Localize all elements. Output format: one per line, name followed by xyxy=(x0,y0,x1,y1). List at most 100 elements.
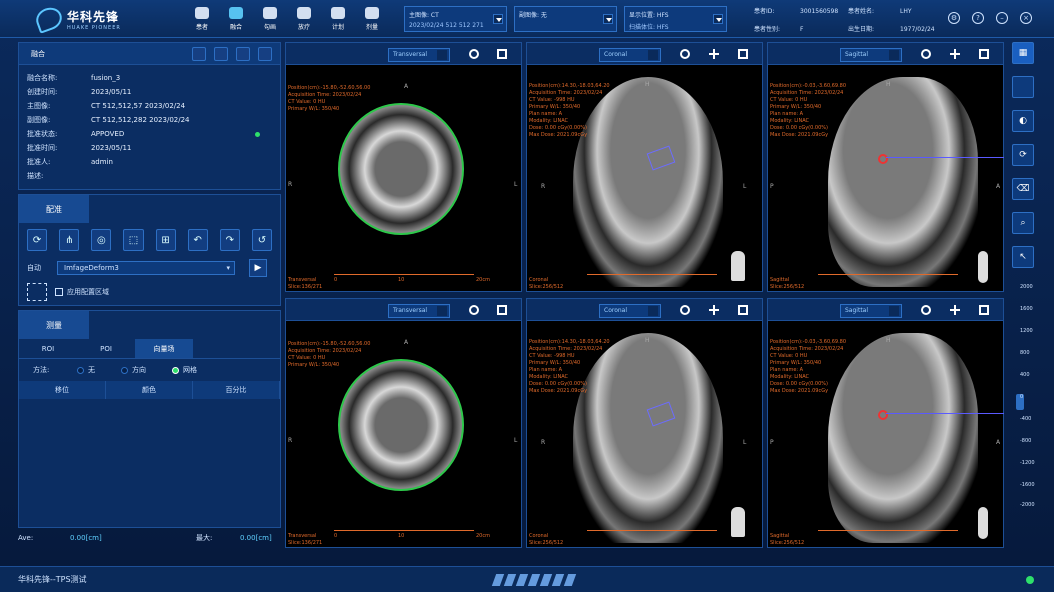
help-icon[interactable]: ? xyxy=(972,12,984,24)
dose-icon xyxy=(365,7,379,19)
pointer-icon[interactable]: ↖ xyxy=(1012,246,1034,268)
window-level-ruler[interactable]: 2000 1600 1200 800 400 0 -400 -800 -1200… xyxy=(1016,284,1040,510)
view-select[interactable]: Sagittal xyxy=(840,48,902,62)
fusion-row: 融合名称: fusion_3 xyxy=(27,74,121,82)
fullscreen-icon[interactable] xyxy=(497,49,507,59)
user-icon[interactable] xyxy=(214,47,228,61)
region-icon[interactable] xyxy=(27,283,47,301)
tab-roi[interactable]: ROI xyxy=(19,339,77,358)
fullscreen-icon[interactable] xyxy=(497,305,507,315)
viewer-transversal-bottom[interactable]: Transversal Position(cm):-15.80,-52.60,5… xyxy=(285,298,522,548)
fullscreen-icon[interactable] xyxy=(738,305,748,315)
radio-grid[interactable]: 网格 xyxy=(172,365,197,375)
play-button[interactable]: ▶ xyxy=(249,259,267,277)
fusion-row: 创建时间: 2023/05/11 xyxy=(27,88,132,96)
auto-label: 自动 xyxy=(27,264,41,272)
view-select[interactable]: Sagittal xyxy=(840,304,902,318)
radio-none[interactable]: 无 xyxy=(77,365,95,375)
measure-summary: Ave: 0.00[cm] 最大: 0.00[cm] xyxy=(18,534,272,542)
view-select[interactable]: Transversal xyxy=(388,48,450,62)
registration-tab[interactable]: 配准 xyxy=(19,195,89,223)
ct-sagittal-image xyxy=(828,333,978,543)
crosshair-icon[interactable] xyxy=(950,305,960,315)
fullscreen-icon[interactable] xyxy=(738,49,748,59)
folder-icon[interactable] xyxy=(236,47,250,61)
fusion-icon xyxy=(229,7,243,19)
viewer-sagittal-bottom[interactable]: Sagittal Position(cm):-0.03,-3.60,69.80 … xyxy=(767,298,1004,548)
redo-icon[interactable]: ↷ xyxy=(219,229,240,251)
crosshair-icon[interactable] xyxy=(709,305,719,315)
nav-patient[interactable]: 患者 xyxy=(185,3,219,35)
beam-line xyxy=(886,413,1004,414)
viewer-coronal-top[interactable]: Coronal Position(cm):14.30,-18.03,64.20 … xyxy=(526,42,763,292)
crosshair-icon[interactable] xyxy=(950,49,960,59)
box-select-icon[interactable]: ⬚ xyxy=(123,229,144,251)
viewer-coronal-bottom[interactable]: Coronal Position(cm):14.30,-18.03,64.20 … xyxy=(526,298,763,548)
ct-transversal-image xyxy=(338,103,464,235)
viewer-transversal-top[interactable]: Transversal Position(cm):-15.80,-52.60,5… xyxy=(285,42,522,292)
close-icon[interactable]: × xyxy=(1020,12,1032,24)
body-orientation-icon xyxy=(731,251,745,281)
chevron-down-icon: ▾ xyxy=(226,264,230,272)
nav-contour[interactable]: 勾画 xyxy=(253,3,287,35)
eye-icon[interactable] xyxy=(921,305,931,315)
radiotherapy-icon xyxy=(297,7,311,19)
target-circle xyxy=(878,410,888,420)
zoom-icon[interactable]: ⌕ xyxy=(1012,212,1034,234)
eye-icon[interactable] xyxy=(469,305,479,315)
crosshair-icon[interactable] xyxy=(709,49,719,59)
right-toolbar: ▦ ◐ ⟳ ⌫ ⌕ ↖ xyxy=(1012,42,1036,280)
chevron-down-icon xyxy=(493,14,503,24)
view-select[interactable]: Coronal xyxy=(599,304,661,318)
logo-mark-icon xyxy=(33,4,65,34)
eraser-icon[interactable]: ⌫ xyxy=(1012,178,1034,200)
overlay-text: Position(cm):-0.03,-3.60,69.80 Acquisiti… xyxy=(770,339,847,394)
status-dot xyxy=(1026,576,1034,584)
settings-icon[interactable]: ⚙ xyxy=(948,12,960,24)
logo-text: 华科先锋 xyxy=(67,9,120,24)
fullscreen-icon[interactable] xyxy=(979,49,989,59)
method-select[interactable]: ImfageDeform3 ▾ xyxy=(57,261,235,275)
nav-fusion[interactable]: 融合 xyxy=(219,3,253,35)
tab-poi[interactable]: POI xyxy=(77,339,135,358)
undo-icon[interactable]: ↶ xyxy=(187,229,208,251)
apply-region-checkbox[interactable] xyxy=(55,288,63,296)
contrast-icon[interactable]: ◐ xyxy=(1012,110,1034,132)
primary-image-select[interactable]: 主图像: CT 2023/02/24 512 512 271 xyxy=(404,6,507,32)
minimize-icon[interactable]: – xyxy=(996,12,1008,24)
target-icon[interactable]: ◎ xyxy=(91,229,112,251)
nav-radiotherapy[interactable]: 放疗 xyxy=(287,3,321,35)
registration-toolbar: ⟳ ⋔ ◎ ⬚ ⊞ ↶ ↷ ↺ xyxy=(19,223,280,257)
eye-icon[interactable] xyxy=(921,49,931,59)
eye-icon[interactable] xyxy=(469,49,479,59)
blank-tool-icon[interactable] xyxy=(1012,76,1034,98)
tab-vector-field[interactable]: 向量场 xyxy=(135,339,193,358)
rotate-3d-icon[interactable]: ⟳ xyxy=(27,229,48,251)
axis-icon[interactable]: ⋔ xyxy=(59,229,80,251)
eye-icon[interactable] xyxy=(680,305,690,315)
secondary-image-select[interactable]: 副图像: 无 xyxy=(514,6,617,32)
logo-subtext: HUAKE PIONEER xyxy=(67,24,121,31)
overlay-text: Position(cm):-15.80,-52.60,56.00 Acquisi… xyxy=(288,341,371,368)
viewer-sagittal-top[interactable]: Sagittal Position(cm):-0.03,-3.60,69.80 … xyxy=(767,42,1004,292)
delete-icon[interactable] xyxy=(192,47,206,61)
reset-icon[interactable]: ↺ xyxy=(251,229,272,251)
top-bar: 华科先锋 HUAKE PIONEER 患者 融合 勾画 放疗 计划 剂量 主图像… xyxy=(0,0,1054,38)
display-position-select[interactable]: 显示位置: HFS 扫描体位: HFS xyxy=(624,6,727,32)
view-select[interactable]: Transversal xyxy=(388,304,450,318)
eye-icon[interactable] xyxy=(680,49,690,59)
radio-direction[interactable]: 方向 xyxy=(121,365,146,375)
grid-select-icon[interactable]: ⊞ xyxy=(155,229,176,251)
edit-icon[interactable] xyxy=(258,47,272,61)
nav-plan[interactable]: 计划 xyxy=(321,3,355,35)
patient-icon xyxy=(195,7,209,19)
main-nav: 患者 融合 勾画 放疗 计划 剂量 xyxy=(185,3,389,35)
layout-grid-icon[interactable]: ▦ xyxy=(1012,42,1034,64)
fusion-row: 副图像: CT 512,512,282 2023/02/24 xyxy=(27,116,190,124)
refresh-icon[interactable]: ⟳ xyxy=(1012,144,1034,166)
overlay-text: Position(cm):-15.80,-52.60,56.00 Acquisi… xyxy=(288,85,371,112)
view-select[interactable]: Coronal xyxy=(599,48,661,62)
fullscreen-icon[interactable] xyxy=(979,305,989,315)
nav-dose[interactable]: 剂量 xyxy=(355,3,389,35)
measure-tab[interactable]: 测量 xyxy=(19,311,89,339)
